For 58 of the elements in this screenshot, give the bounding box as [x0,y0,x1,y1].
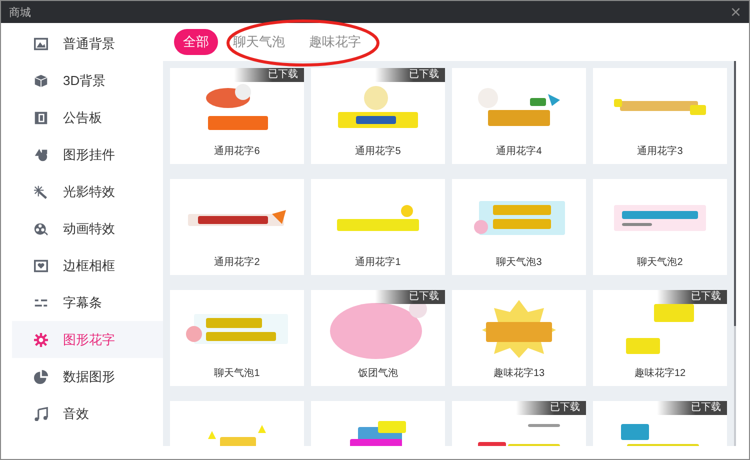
sidebar-item[interactable]: 3D背景 [12,62,163,99]
card-label: 趣味花字13 [493,366,545,380]
card-label: 通用花字2 [214,256,260,269]
sticker-card[interactable]: 通用花字5 已下载 [311,68,445,164]
sidebar-item[interactable]: 公告板 [12,99,163,136]
card-label: 饭团气泡 [358,367,398,380]
music-icon [34,406,48,420]
pie-icon [34,370,48,384]
downloaded-badge: 已下载 [375,290,445,304]
sticker-card[interactable]: 饭团气泡 已下载 [311,290,445,386]
sidebar-item[interactable]: 字幕条 [12,284,163,321]
sticker-card[interactable]: 已下载 [452,401,586,446]
filter-tab[interactable]: 全部 [174,29,218,55]
card-label: 聊天气泡2 [637,256,683,269]
downloaded-badge: 已下载 [657,401,727,415]
sticker-card[interactable]: 通用花字3 [593,68,727,164]
flower-icon [34,332,48,346]
filter-tab[interactable]: 聊天气泡 [224,29,294,55]
downloaded-badge: 已下载 [234,68,304,82]
filter-tab[interactable]: 趣味花字 [300,29,370,55]
card-label: 聊天气泡1 [214,367,260,380]
film-icon [34,222,48,236]
downloaded-badge: 已下载 [516,401,586,415]
sidebar-item[interactable]: 数据图形 [12,358,163,395]
sticker-card[interactable]: 通用花字2 [170,179,304,275]
card-label: 通用花字4 [496,144,542,158]
sidebar-item[interactable]: 普通背景 [12,25,163,62]
sticker-card[interactable]: 趣味花字12 已下载 [593,290,727,386]
sticker-card[interactable]: 通用花字4 [452,68,586,164]
sticker-card[interactable]: 已下载 [593,401,727,446]
sidebar-item[interactable]: 光影特效 [12,173,163,210]
card-label: 聊天气泡3 [496,256,542,269]
card-label: 通用花字1 [355,256,401,269]
sticker-card[interactable]: 通用花字6 已下载 [170,68,304,164]
sticker-card[interactable]: 聊天气泡2 [593,179,727,275]
card-label: 通用花字6 [214,144,260,158]
sidebar-item[interactable]: 图形挂件 [12,136,163,173]
sticker-card[interactable]: 通用花字1 [311,179,445,275]
card-label: 通用花字5 [355,144,401,158]
downloaded-badge: 已下载 [375,68,445,82]
cube-icon [34,74,48,88]
board-icon [34,110,48,124]
image-icon [34,36,48,50]
sidebar-item[interactable]: 图形花字 [12,321,163,358]
close-button[interactable]: × [728,3,743,21]
card-label: 通用花字3 [637,144,683,158]
sticker-card[interactable]: 聊天气泡3 [452,179,586,275]
sidebar-item[interactable]: 动画特效 [12,210,163,247]
downloaded-badge: 已下载 [657,290,727,304]
card-label: 趣味花字12 [634,366,686,380]
sticker-card[interactable]: 聊天气泡1 [170,290,304,386]
sticker-card[interactable]: 趣味花字13 [452,290,586,386]
shapes-icon [34,148,48,162]
wand-icon [34,184,48,198]
sidebar-item[interactable]: 边框相框 [12,247,163,284]
sidebar-item[interactable]: 音效 [12,395,163,432]
frame-icon [34,258,48,272]
window-title: 商城 [9,6,31,20]
